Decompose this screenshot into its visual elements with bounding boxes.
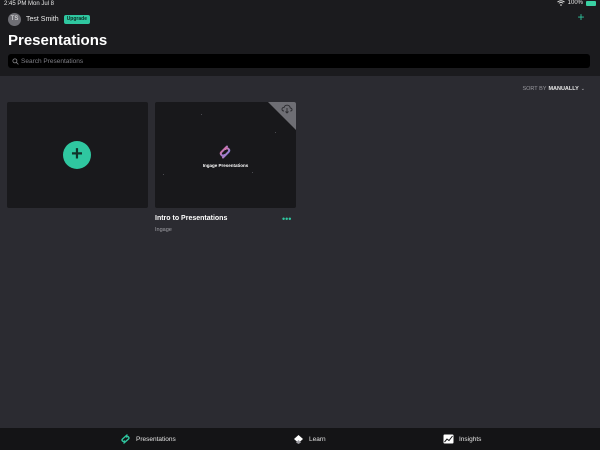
upgrade-badge[interactable]: Upgrade [63, 14, 90, 24]
tab-presentations[interactable]: Presentations [120, 434, 176, 444]
ingage-logo-icon [219, 145, 231, 159]
status-date: Mon Jul 8 [28, 1, 55, 7]
search-bar[interactable] [8, 54, 590, 68]
tab-bar: Presentations Learn Insights [0, 428, 600, 450]
user-name[interactable]: Test Smith [26, 16, 59, 23]
tab-label: Presentations [136, 435, 176, 443]
tab-learn[interactable]: Learn [293, 434, 326, 444]
cloud-download-icon[interactable] [281, 104, 293, 114]
tab-label: Insights [459, 435, 482, 443]
header: 2:45 PM Mon Jul 8 100% TS Test Smith Upg… [0, 0, 600, 76]
search-icon [12, 57, 19, 65]
app-screen: 2:45 PM Mon Jul 8 100% TS Test Smith Upg… [0, 0, 600, 450]
status-indicators: 100% [556, 0, 596, 6]
user-row[interactable]: TS Test Smith Upgrade [8, 12, 90, 26]
thumbnail-title: Ingage Presentations [202, 163, 249, 168]
battery-icon [586, 0, 596, 6]
add-presentation-button[interactable]: + [63, 141, 91, 169]
sort-label: SORT BY [522, 86, 547, 92]
battery-percent: 100% [567, 0, 583, 6]
avatar[interactable]: TS [8, 12, 21, 26]
chevron-down-icon: ⌄ [580, 86, 585, 92]
background-dot [252, 172, 253, 173]
wifi-icon [556, 0, 565, 6]
new-presentation-card[interactable]: + [7, 102, 148, 208]
more-options-icon[interactable]: ••• [282, 215, 291, 224]
ingage-logo-icon [121, 434, 130, 444]
tab-insights[interactable]: Insights [443, 434, 481, 444]
presentation-subtitle: Ingage [155, 227, 172, 233]
status-time: 2:45 PM [4, 1, 27, 7]
page-title: Presentations [8, 32, 108, 49]
background-dot [163, 174, 164, 175]
learn-icon [294, 435, 303, 444]
presentation-thumbnail[interactable]: Ingage Presentations [155, 102, 296, 208]
presentation-title[interactable]: Intro to Presentations [155, 215, 227, 222]
sort-value[interactable]: MANUALLY [548, 86, 578, 92]
sort-control[interactable]: SORT BY MANUALLY ⌄ [522, 86, 585, 92]
search-input[interactable] [21, 57, 581, 65]
insights-icon [443, 434, 454, 444]
tab-label: Learn [309, 435, 326, 443]
background-dot [201, 114, 202, 115]
background-dot [275, 132, 276, 133]
status-bar: 2:45 PM Mon Jul 8 100% [0, 0, 600, 9]
add-presentation-icon[interactable]: + [576, 11, 586, 23]
